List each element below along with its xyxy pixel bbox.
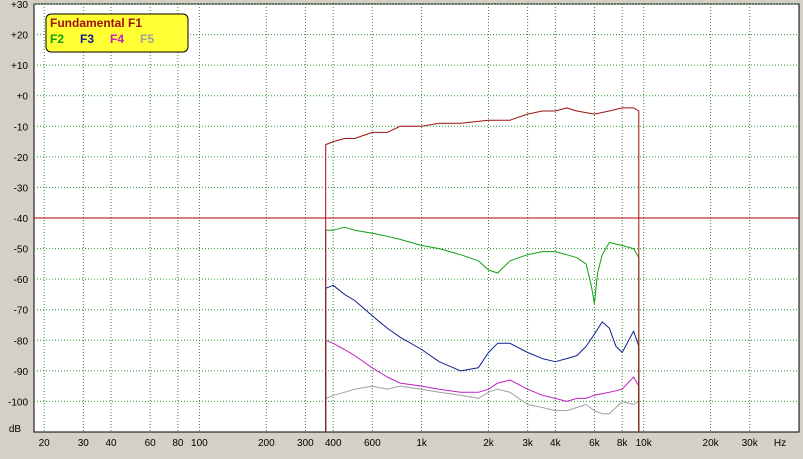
legend: Fundamental F1 F2 F3 F4 F5 <box>45 13 189 53</box>
x-tick-label: 600 <box>364 438 381 449</box>
y-tick-label: +20 <box>11 31 28 42</box>
x-tick-label: 60 <box>145 438 157 449</box>
x-tick-label: 30k <box>742 438 759 449</box>
legend-title: Fundamental F1 <box>50 16 142 30</box>
x-tick-label: 2k <box>483 438 495 449</box>
y-tick-label: +0 <box>17 92 29 103</box>
x-tick-labels: 20 30 40 60 80 100 200 300 400 600 1k 2k 3k 4k 6k 8k 10k… <box>39 438 759 449</box>
x-tick-label: 80 <box>172 438 184 449</box>
y-tick-labels: +30 +20 +10 +0 -10 -20 -30 -40 -50 -60 -70 -80 -90 -1… <box>8 0 28 408</box>
x-tick-label: 100 <box>191 438 208 449</box>
y-tick-label: -100 <box>8 397 28 408</box>
x-tick-label: 40 <box>105 438 117 449</box>
y-tick-label: -80 <box>14 336 29 347</box>
x-tick-label: 400 <box>325 438 342 449</box>
chart-window: +30 +20 +10 +0 -10 -20 -30 -40 -50 -60 -70 -80 -90 -1… <box>0 0 803 454</box>
x-tick-label: 20 <box>39 438 51 449</box>
x-tick-label: 4k <box>550 438 562 449</box>
x-tick-label: 3k <box>522 438 534 449</box>
y-tick-label: +10 <box>11 61 28 72</box>
legend-item-f4: F4 <box>110 32 124 46</box>
x-axis-label: Hz <box>774 438 786 449</box>
x-tick-label: 200 <box>258 438 275 449</box>
y-tick-label: -20 <box>14 153 29 164</box>
y-axis-label: dB <box>9 424 22 435</box>
y-tick-label: -90 <box>14 367 29 378</box>
y-tick-label: -30 <box>14 183 29 194</box>
chart: +30 +20 +10 +0 -10 -20 -30 -40 -50 -60 -70 -80 -90 -1… <box>0 0 803 454</box>
y-tick-label: +30 <box>11 0 28 11</box>
x-tick-label: 30 <box>78 438 90 449</box>
legend-item-f2: F2 <box>50 32 64 46</box>
x-tick-label: 8k <box>617 438 629 449</box>
y-tick-label: -70 <box>14 306 29 317</box>
y-tick-label: -60 <box>14 275 29 286</box>
x-tick-label: 10k <box>636 438 653 449</box>
x-tick-label: 300 <box>297 438 314 449</box>
y-tick-label: -40 <box>14 214 29 225</box>
y-tick-label: -50 <box>14 245 29 256</box>
x-tick-label: 1k <box>416 438 428 449</box>
x-tick-label: 6k <box>589 438 601 449</box>
legend-item-f3: F3 <box>80 32 94 46</box>
chart-svg: +30 +20 +10 +0 -10 -20 -30 -40 -50 -60 -70 -80 -90 -1… <box>8 0 800 449</box>
y-tick-label: -10 <box>14 122 29 133</box>
x-tick-label: 20k <box>703 438 720 449</box>
legend-item-f5: F5 <box>140 32 154 46</box>
